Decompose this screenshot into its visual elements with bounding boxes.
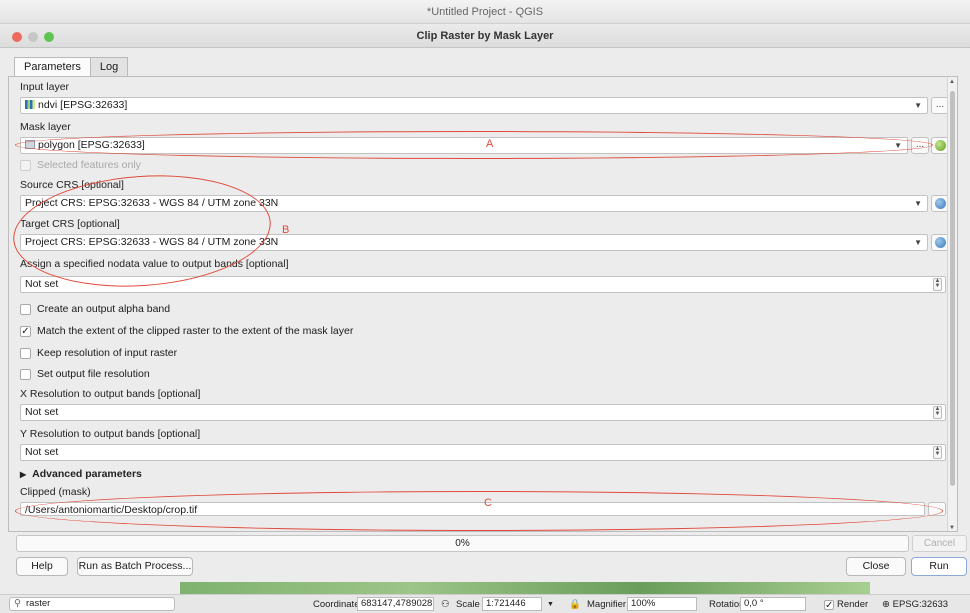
coordinate-field[interactable]: 683147,4789028 xyxy=(357,597,434,611)
raster-layer-icon xyxy=(25,100,35,109)
match-extent-label: Match the extent of the clipped raster t… xyxy=(37,325,354,337)
chevron-down-icon: ▼ xyxy=(914,101,922,110)
set-resolution-row[interactable]: Set output file resolution xyxy=(20,368,150,380)
parameters-panel: Input layer ndvi [EPSG:32633] ▼ ... Mask… xyxy=(8,76,958,532)
nodata-spin-icon[interactable]: ▲ ▼ xyxy=(933,278,942,291)
input-layer-label: Input layer xyxy=(20,81,70,93)
cancel-button[interactable]: Cancel xyxy=(912,535,967,552)
chevron-down-icon: ▼ xyxy=(914,199,922,208)
rotation-field[interactable]: 0,0 ° xyxy=(740,597,806,611)
nodata-value: Not set xyxy=(25,278,59,290)
match-extent-checkbox[interactable]: ✓ xyxy=(20,325,31,337)
x-resolution-input[interactable]: Not set ▲ ▼ xyxy=(20,404,946,421)
alpha-band-label: Create an output alpha band xyxy=(37,303,171,315)
scrollbar-thumb[interactable] xyxy=(950,91,955,486)
triangle-right-icon: ▶ xyxy=(20,470,27,479)
y-resolution-spin-icon[interactable]: ▲ ▼ xyxy=(933,446,942,459)
advanced-parameters-label: Advanced parameters xyxy=(32,468,142,480)
help-button[interactable]: Help xyxy=(16,557,68,576)
render-label: Render xyxy=(837,599,869,610)
refresh-icon xyxy=(934,140,946,151)
crs-status-button[interactable]: ⊕ EPSG:32633 xyxy=(882,598,948,611)
magnifier-label: Magnifier xyxy=(587,599,627,610)
mask-layer-label: Mask layer xyxy=(20,121,71,133)
keep-resolution-label: Keep resolution of input raster xyxy=(37,347,178,359)
annotation-label-a: A xyxy=(486,138,494,150)
render-checkbox[interactable]: ✓ Render xyxy=(824,598,868,611)
scale-dropdown-icon[interactable]: ▼ xyxy=(547,598,554,611)
match-extent-row[interactable]: ✓ Match the extent of the clipped raster… xyxy=(20,325,353,337)
parameters-scrollbar[interactable]: ▲ ▼ xyxy=(947,77,957,531)
progress-bar: 0% xyxy=(16,535,909,552)
x-resolution-label: X Resolution to output bands [optional] xyxy=(20,388,201,400)
input-layer-value: ndvi [EPSG:32633] xyxy=(38,99,128,111)
tab-parameters[interactable]: Parameters xyxy=(14,57,91,78)
tab-log[interactable]: Log xyxy=(89,57,129,77)
selected-features-row[interactable]: Selected features only xyxy=(20,159,141,171)
run-batch-button[interactable]: Run as Batch Process... xyxy=(77,557,193,576)
y-resolution-label: Y Resolution to output bands [optional] xyxy=(20,428,201,440)
progress-text: 0% xyxy=(455,538,470,549)
search-value: raster xyxy=(26,598,51,609)
alpha-band-row[interactable]: Create an output alpha band xyxy=(20,303,170,315)
selected-features-label: Selected features only xyxy=(37,159,141,171)
advanced-parameters-toggle[interactable]: ▶ Advanced parameters xyxy=(20,468,142,480)
tab-bar: Parameters Log xyxy=(14,57,129,78)
dialog-title: Clip Raster by Mask Layer xyxy=(416,30,554,42)
x-resolution-spin-icon[interactable]: ▲ ▼ xyxy=(933,406,942,419)
extents-toggle-icon[interactable]: ⚇ xyxy=(441,598,450,611)
annotation-label-c: C xyxy=(484,497,492,509)
input-layer-combo[interactable]: ndvi [EPSG:32633] ▼ xyxy=(20,97,928,114)
selected-features-checkbox[interactable] xyxy=(20,159,31,171)
close-button[interactable]: Close xyxy=(846,557,906,576)
lock-icon[interactable]: 🔒 xyxy=(569,598,581,611)
crs-status-value: EPSG:32633 xyxy=(892,599,949,610)
keep-resolution-row[interactable]: Keep resolution of input raster xyxy=(20,347,177,359)
output-label: Clipped (mask) xyxy=(20,486,91,498)
globe-icon: ⊕ xyxy=(882,599,890,610)
x-resolution-value: Not set xyxy=(25,406,59,418)
run-button[interactable]: Run xyxy=(911,557,967,576)
globe-icon xyxy=(934,198,946,209)
scale-field[interactable]: 1:721446 xyxy=(482,597,542,611)
set-resolution-label: Set output file resolution xyxy=(37,368,150,380)
dialog-titlebar: Clip Raster by Mask Layer xyxy=(0,24,970,48)
y-resolution-input[interactable]: Not set ▲ ▼ xyxy=(20,444,946,461)
coordinate-label: Coordinate xyxy=(313,599,360,610)
y-resolution-value: Not set xyxy=(25,446,59,458)
chevron-down-icon: ▼ xyxy=(914,238,922,247)
scale-label: Scale xyxy=(456,599,480,610)
alpha-band-checkbox[interactable] xyxy=(20,303,31,315)
clip-raster-dialog: Clip Raster by Mask Layer Parameters Log… xyxy=(0,24,970,582)
map-canvas-strip xyxy=(180,582,870,594)
scroll-up-icon[interactable]: ▲ xyxy=(949,79,955,85)
annotation-ellipse-a xyxy=(15,131,933,159)
keep-resolution-checkbox[interactable] xyxy=(20,347,31,359)
magnifier-field[interactable]: 100% xyxy=(627,597,697,611)
status-bar: ⚲ raster Coordinate 683147,4789028 ⚇ Sca… xyxy=(0,594,970,613)
annotation-ellipse-c xyxy=(15,491,943,531)
annotation-label-b: B xyxy=(282,224,290,236)
globe-icon xyxy=(934,237,946,248)
scroll-down-icon[interactable]: ▼ xyxy=(949,525,955,531)
search-icon: ⚲ xyxy=(14,598,21,609)
qgis-window-title: *Untitled Project - QGIS xyxy=(0,0,970,24)
locator-search-input[interactable]: ⚲ raster xyxy=(9,597,175,611)
set-resolution-checkbox[interactable] xyxy=(20,368,31,380)
